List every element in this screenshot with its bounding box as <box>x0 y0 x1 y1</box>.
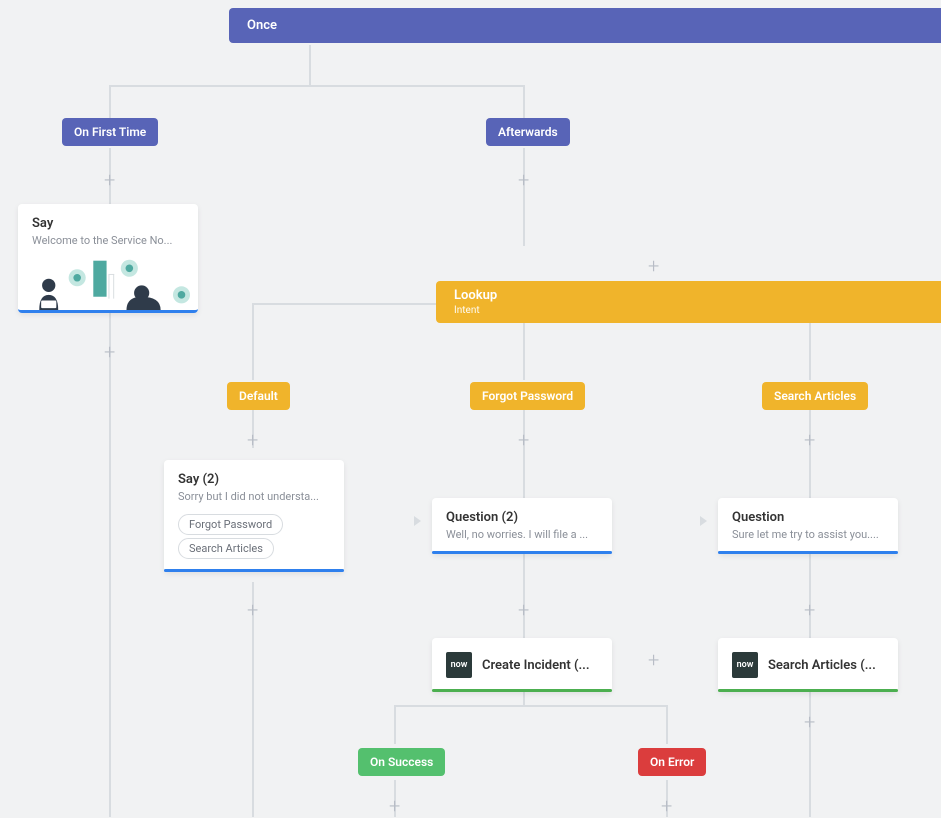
plus-search-3[interactable]: + <box>804 712 815 732</box>
tri-q1 <box>700 516 707 526</box>
card-say-title: Say <box>32 216 184 231</box>
card-say-2[interactable]: Say (2) Sorry but I did not understa... … <box>164 460 344 572</box>
servicenow-logo-icon-2: now <box>732 652 758 678</box>
card-question-2[interactable]: Question (2) Well, no worries. I will fi… <box>432 498 612 554</box>
card-create-incident-label: Create Incident (... <box>482 658 598 673</box>
card-say2-title: Say (2) <box>178 472 330 487</box>
plus-default-1[interactable]: + <box>247 430 258 450</box>
servicenow-logo-icon: now <box>446 652 472 678</box>
card-q2-desc: Well, no worries. I will file a ... <box>446 528 598 541</box>
node-once-label: Once <box>247 18 277 33</box>
card-say-illustration <box>18 255 198 313</box>
node-once[interactable]: Once <box>229 8 941 43</box>
card-create-incident[interactable]: now Create Incident (... <box>432 638 612 692</box>
card-say2-chips: Forgot Password Search Articles <box>178 511 330 559</box>
card-say-desc: Welcome to the Service No... <box>32 234 184 247</box>
card-search-articles[interactable]: now Search Articles (... <box>718 638 898 692</box>
card-q1-desc: Sure let me try to assist you.... <box>732 528 884 541</box>
plus-first-2[interactable]: + <box>104 342 115 362</box>
plus-lookup-side[interactable]: + <box>648 256 659 276</box>
tag-forgot-password[interactable]: Forgot Password <box>470 382 585 410</box>
card-search-articles-label: Search Articles (... <box>768 658 884 673</box>
plus-default-2[interactable]: + <box>247 600 258 620</box>
plus-after-1[interactable]: + <box>518 170 529 190</box>
card-question[interactable]: Question Sure let me try to assist you..… <box>718 498 898 554</box>
plus-incident-side[interactable]: + <box>648 650 659 670</box>
tag-on-first-time[interactable]: On First Time <box>62 118 158 146</box>
node-lookup-sub: Intent <box>454 305 941 316</box>
plus-forgot-2[interactable]: + <box>518 600 529 620</box>
plus-error-1[interactable]: + <box>661 796 672 816</box>
node-lookup-label: Lookup <box>454 288 497 303</box>
card-say-welcome[interactable]: Say Welcome to the Service No... <box>18 204 198 313</box>
tag-afterwards[interactable]: Afterwards <box>486 118 570 146</box>
card-q1-title: Question <box>732 510 884 525</box>
plus-forgot-1[interactable]: + <box>518 430 529 450</box>
plus-first-1[interactable]: + <box>104 170 115 190</box>
chip-forgot[interactable]: Forgot Password <box>178 514 283 535</box>
tag-on-error[interactable]: On Error <box>638 748 706 776</box>
plus-success-1[interactable]: + <box>389 796 400 816</box>
card-q2-title: Question (2) <box>446 510 598 525</box>
tag-on-success[interactable]: On Success <box>358 748 445 776</box>
chip-search[interactable]: Search Articles <box>178 538 274 559</box>
card-say2-desc: Sorry but I did not understa... <box>178 490 330 503</box>
tri-q2 <box>414 516 421 526</box>
node-lookup[interactable]: Lookup Intent <box>436 281 941 323</box>
plus-search-1[interactable]: + <box>804 430 815 450</box>
plus-search-2[interactable]: + <box>804 600 815 620</box>
tag-default[interactable]: Default <box>227 382 290 410</box>
tag-search-articles[interactable]: Search Articles <box>762 382 868 410</box>
